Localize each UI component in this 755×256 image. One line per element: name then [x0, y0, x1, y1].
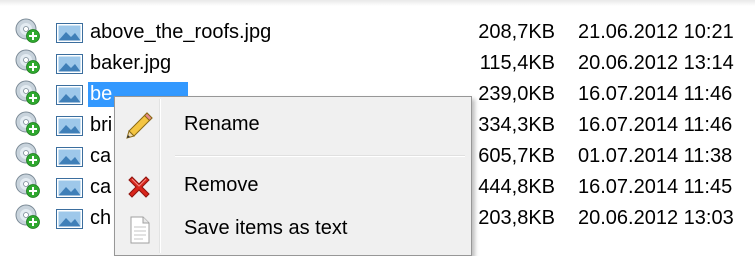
file-size: 444,8KB	[478, 176, 555, 198]
file-name[interactable]: baker.jpg	[88, 51, 173, 76]
file-date: 20.06.2012 13:14	[578, 52, 734, 74]
red-x-icon	[128, 176, 150, 198]
file-size: 208,7KB	[478, 21, 555, 43]
file-name[interactable]: ca	[88, 175, 113, 200]
disc-add-icon	[15, 49, 40, 74]
image-file-icon	[56, 178, 83, 198]
menu-item-rename[interactable]: Rename	[118, 105, 468, 145]
file-list-window: above_the_roofs.jpg 208,7KB 21.06.2012 1…	[0, 0, 755, 256]
file-name[interactable]: bri	[88, 113, 114, 138]
file-date: 16.07.2014 11:45	[578, 176, 733, 198]
disc-add-icon	[15, 111, 40, 136]
file-date: 16.07.2014 11:46	[578, 114, 733, 136]
menu-label: Save items as text	[184, 217, 348, 239]
menu-item-save-as-text[interactable]: Save items as text	[118, 209, 468, 249]
document-icon	[130, 216, 150, 244]
file-name[interactable]: above_the_roofs.jpg	[88, 20, 273, 45]
image-file-icon	[56, 85, 83, 105]
menu-item-remove[interactable]: Remove	[118, 166, 468, 206]
file-row[interactable]: above_the_roofs.jpg 208,7KB 21.06.2012 1…	[0, 16, 755, 47]
image-file-icon	[56, 23, 83, 43]
disc-add-icon	[15, 80, 40, 105]
image-file-icon	[56, 209, 83, 229]
file-row[interactable]: baker.jpg 115,4KB 20.06.2012 13:14	[0, 47, 755, 78]
file-name[interactable]: ca	[88, 144, 113, 169]
image-file-icon	[56, 54, 83, 74]
pencil-icon	[126, 112, 153, 139]
file-size: 334,3KB	[478, 114, 555, 136]
disc-add-icon	[15, 173, 40, 198]
file-size: 115,4KB	[479, 52, 555, 74]
disc-add-icon	[15, 142, 40, 167]
file-name[interactable]: ch	[88, 206, 113, 231]
context-menu: Rename Remove Save items as text	[114, 96, 472, 256]
file-size: 203,8KB	[478, 207, 555, 229]
disc-add-icon	[15, 18, 40, 43]
image-file-icon	[56, 116, 83, 136]
file-date: 16.07.2014 11:46	[578, 83, 733, 105]
menu-separator	[175, 155, 465, 157]
disc-add-icon	[15, 204, 40, 229]
header-edge	[0, 0, 755, 6]
file-size: 239,0KB	[478, 83, 555, 105]
file-date: 20.06.2012 13:03	[578, 207, 734, 229]
file-date: 01.07.2014 11:38	[578, 145, 733, 167]
image-file-icon	[56, 147, 83, 167]
menu-label: Rename	[184, 113, 260, 135]
menu-label: Remove	[184, 174, 259, 196]
file-date: 21.06.2012 10:21	[578, 21, 734, 43]
file-size: 605,7KB	[478, 145, 555, 167]
